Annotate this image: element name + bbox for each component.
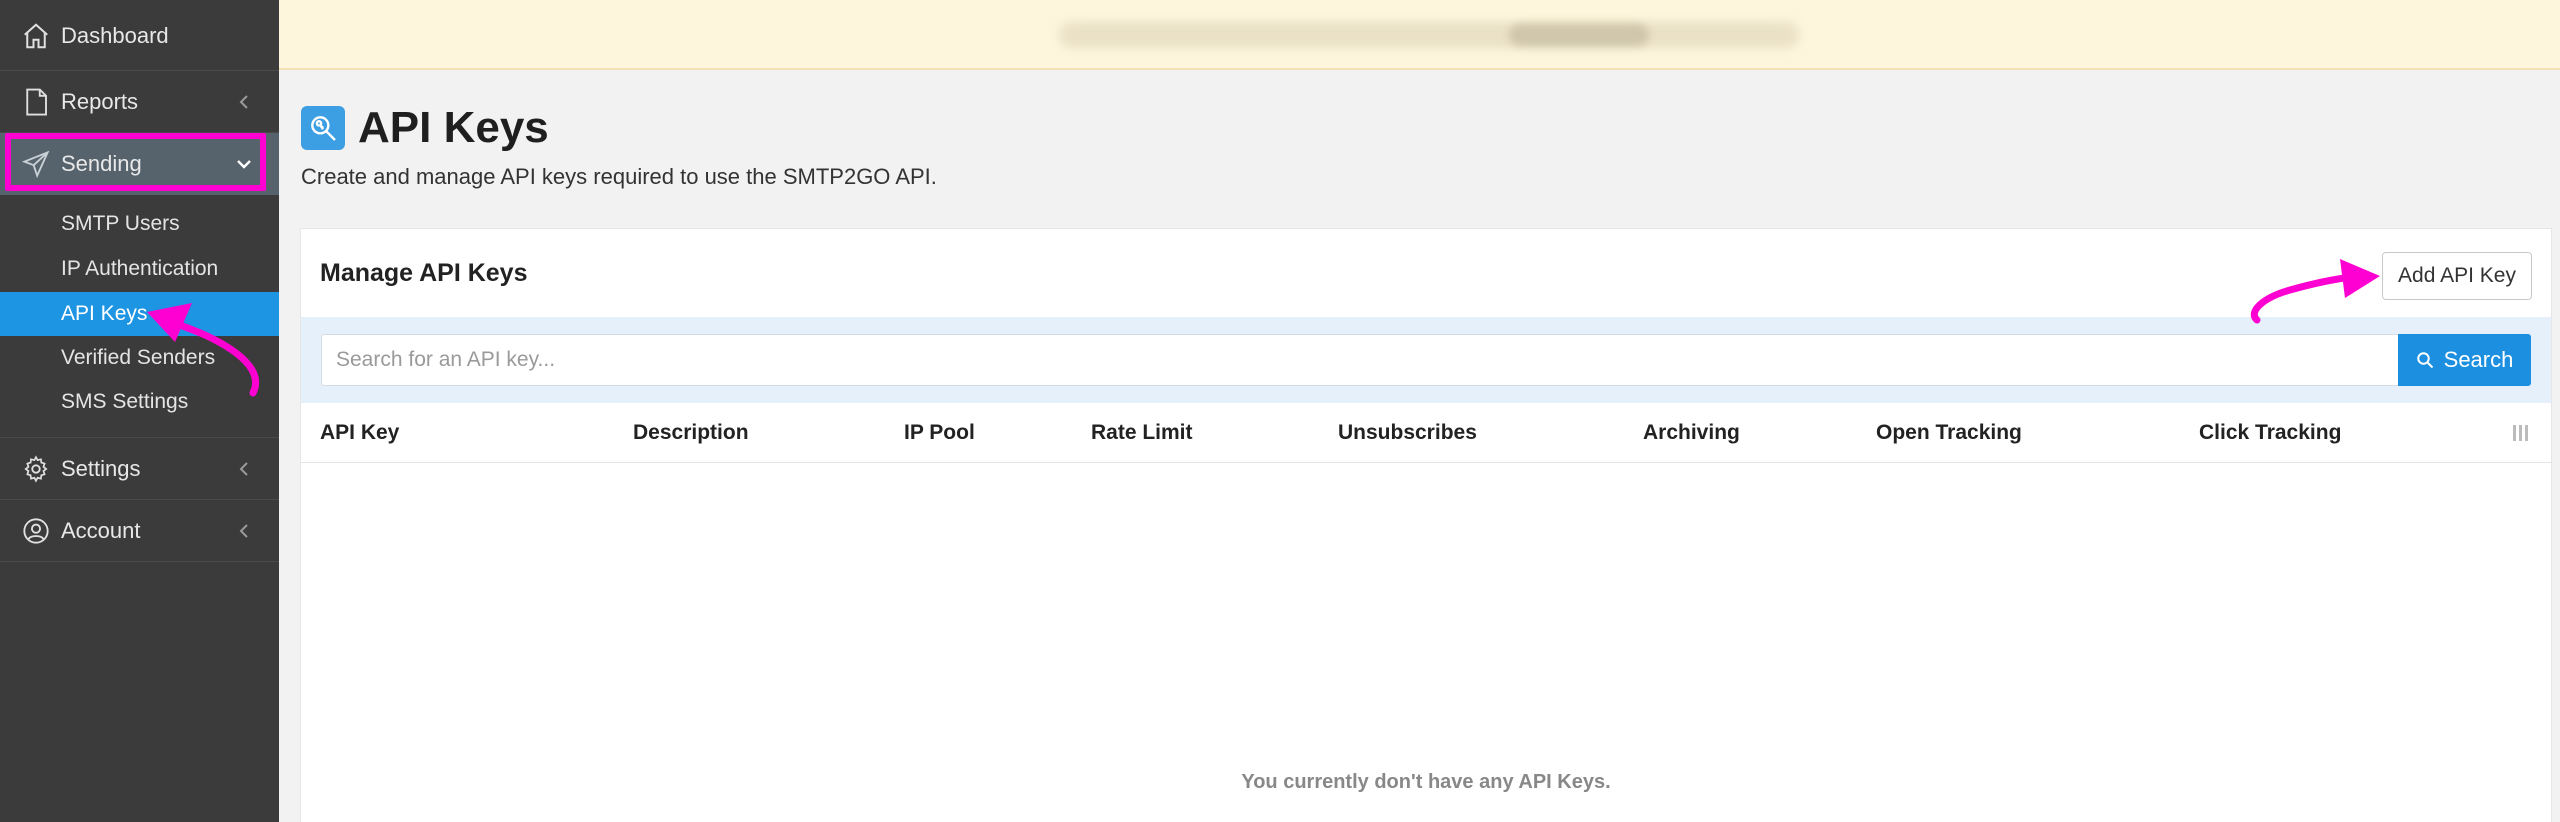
column-header-rate-limit[interactable]: Rate Limit [1091, 403, 1193, 463]
card-title: Manage API Keys [320, 259, 528, 287]
column-header-open-tracking[interactable]: Open Tracking [1876, 403, 2022, 463]
sidebar-item-label: Dashboard [61, 23, 169, 48]
divider [0, 561, 279, 562]
sidebar-item-label: Account [61, 518, 141, 543]
columns-toggle-icon[interactable] [2513, 425, 2529, 441]
sidebar-subitem-verified-senders[interactable]: Verified Senders [0, 336, 279, 380]
chevron-left-icon [235, 522, 253, 540]
sidebar-subitem-ip-authentication[interactable]: IP Authentication [0, 247, 279, 291]
sidebar: Dashboard Reports Sending SMTP Users IP … [0, 0, 279, 822]
sidebar-item-settings[interactable]: Settings [0, 438, 279, 500]
sidebar-subitem-label: API Keys [61, 302, 148, 325]
sidebar-subitem-smtp-users[interactable]: SMTP Users [0, 202, 279, 246]
page-title: API Keys [358, 103, 549, 152]
sidebar-item-label: Reports [61, 89, 139, 114]
sidebar-item-reports[interactable]: Reports [0, 71, 279, 133]
column-header-click-tracking[interactable]: Click Tracking [2199, 403, 2341, 463]
sidebar-item-account[interactable]: Account [0, 500, 279, 562]
sidebar-subitem-label: SMTP Users [61, 212, 180, 235]
manage-api-keys-card: Manage API Keys Add API Key Search API K… [300, 228, 2552, 822]
key-search-icon [301, 106, 345, 150]
search-bar: Search [301, 317, 2551, 403]
sidebar-subitem-api-keys[interactable]: API Keys [0, 292, 279, 336]
page-subtitle: Create and manage API keys required to u… [301, 164, 937, 189]
sidebar-item-dashboard[interactable]: Dashboard [0, 5, 279, 67]
blurred-banner-link [1509, 24, 1649, 46]
empty-state-message: You currently don't have any API Keys. [1241, 771, 1611, 793]
blurred-banner-text [1059, 22, 1799, 48]
sidebar-subitem-sms-settings[interactable]: SMS Settings [0, 380, 279, 424]
notification-banner [279, 0, 2560, 70]
add-api-key-button[interactable]: Add API Key [2382, 252, 2532, 300]
sidebar-item-label: Settings [61, 456, 141, 481]
sidebar-subitem-label: Verified Senders [61, 346, 216, 369]
search-button[interactable]: Search [2398, 334, 2531, 386]
column-header-ip-pool[interactable]: IP Pool [904, 403, 975, 463]
column-header-description[interactable]: Description [633, 403, 749, 463]
search-button-label: Search [2443, 347, 2514, 372]
chevron-left-icon [235, 460, 253, 478]
search-input[interactable] [321, 334, 2399, 386]
gear-icon [20, 453, 52, 485]
annotation-highlight-box [5, 133, 266, 191]
column-header-api-key[interactable]: API Key [320, 403, 399, 463]
table-header: API Key Description IP Pool Rate Limit U… [301, 403, 2551, 463]
sidebar-subitem-label: IP Authentication [61, 257, 219, 280]
document-icon [20, 86, 52, 118]
column-header-unsubscribes[interactable]: Unsubscribes [1338, 403, 1477, 463]
sidebar-subitem-label: SMS Settings [61, 390, 189, 413]
user-circle-icon [20, 515, 52, 547]
home-icon [20, 20, 52, 52]
search-icon [2416, 352, 2433, 369]
chevron-left-icon [235, 93, 253, 111]
column-header-archiving[interactable]: Archiving [1643, 403, 1740, 463]
